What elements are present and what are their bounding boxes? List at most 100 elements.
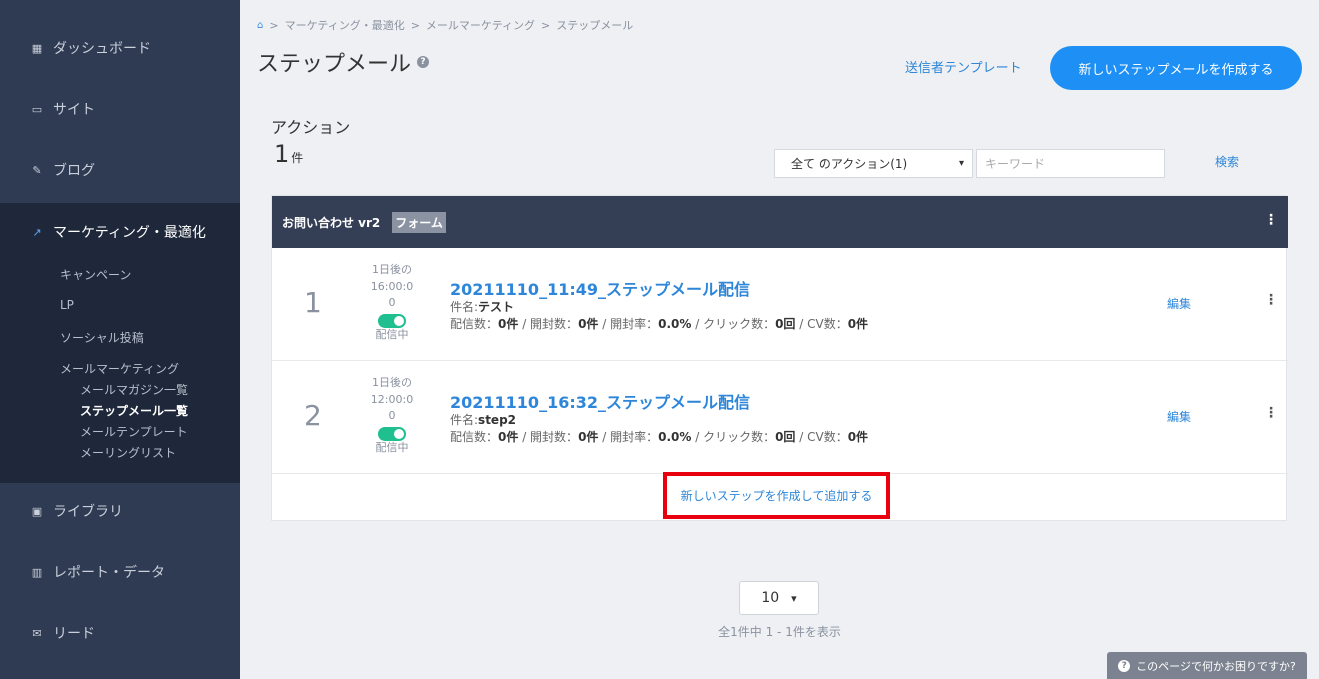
stat-value: 0.0% (658, 430, 692, 444)
kebab-menu-icon[interactable]: ⋮ (1264, 292, 1278, 308)
help-widget-label: このページで何かお困りですか? (1136, 659, 1296, 673)
breadcrumb-separator: > (541, 18, 551, 32)
edit-link[interactable]: 編集 (1167, 408, 1191, 425)
sidebar-sub-mail-template[interactable]: メールテンプレート (80, 423, 188, 440)
sidebar-sub-social[interactable]: ソーシャル投稿 (60, 329, 144, 346)
breadcrumb-separator: > (269, 18, 279, 32)
home-icon[interactable]: ⌂ (257, 20, 263, 31)
sidebar-sub-mailing-list[interactable]: メーリングリスト (80, 444, 176, 461)
sidebar-sub-lp[interactable]: LP (60, 298, 74, 312)
delivery-toggle[interactable] (378, 426, 406, 441)
stat-label: CV数： (807, 430, 848, 444)
stat-value: 0.0% (658, 317, 692, 331)
chevron-down-icon: ▾ (958, 158, 964, 169)
form-name: お問い合わせ vr2 (282, 215, 381, 230)
per-page-select[interactable]: 10 ▾ (739, 581, 819, 615)
timing-line: 0 (388, 409, 396, 422)
action-label: アクション (271, 118, 351, 137)
trend-icon: ↗ (32, 225, 42, 239)
step-stats: 配信数：0件 / 開封数：0件 / 開封率：0.0% / クリック数：0回 / … (450, 317, 869, 331)
kebab-menu-icon[interactable]: ⋮ (1264, 405, 1278, 421)
stepmail-card: お問い合わせ vr2 フォーム ⋮ 1 1日後の 16:00:0 0 配信中 2… (271, 195, 1288, 521)
sidebar-item-report[interactable]: ▥ レポート・データ (0, 552, 240, 592)
create-stepmail-button[interactable]: 新しいステップメールを作成する (1050, 46, 1302, 90)
stat-value: 0件 (498, 317, 519, 331)
step-title-link[interactable]: 20211110_11:49_ステップメール配信 (450, 276, 750, 300)
step-timing: 1日後の 16:00:0 0 配信中 (362, 262, 422, 342)
sidebar-item-label: マーケティング・最適化 (53, 225, 206, 241)
stat-value: 0件 (847, 430, 869, 444)
sidebar-item-lead[interactable]: ✉ リード (0, 613, 240, 653)
subject-label: 件名: (450, 300, 479, 314)
subject-value: step2 (478, 413, 517, 427)
mail-icon: ✉ (32, 626, 42, 640)
timing-line: 0 (388, 296, 396, 309)
breadcrumb-separator: > (410, 18, 420, 32)
breadcrumb-item-marketing[interactable]: マーケティング・最適化 (285, 17, 405, 33)
table-row: 1 1日後の 16:00:0 0 配信中 20211110_11:49_ステップ… (272, 248, 1288, 361)
sidebar-item-library[interactable]: ▣ ライブラリ (0, 491, 240, 531)
sidebar-sub-mail-marketing[interactable]: メールマーケティング (60, 360, 179, 377)
sidebar-item-marketing[interactable]: ↗ マーケティング・最適化 (0, 212, 240, 252)
chevron-down-icon: ▾ (791, 591, 797, 605)
question-icon: ? (1118, 659, 1131, 672)
status-text: 配信中 (375, 327, 409, 341)
step-subject: 件名:step2 (450, 411, 516, 428)
step-stats: 配信数：0件 / 開封数：0件 / 開封率：0.0% / クリック数：0回 / … (450, 430, 869, 444)
subject-label: 件名: (450, 413, 479, 427)
action-count-value: 1 (274, 140, 290, 168)
step-title-link[interactable]: 20211110_16:32_ステップメール配信 (450, 389, 750, 413)
help-widget-button[interactable]: ? このページで何かお困りですか? (1107, 652, 1307, 679)
help-icon[interactable]: ? (417, 56, 430, 68)
page-title-text: ステップメール (257, 52, 412, 77)
bar-chart-icon: ▥ (31, 565, 43, 579)
stat-value: 0回 (775, 317, 796, 331)
stat-label: CV数： (807, 317, 848, 331)
card-header: お問い合わせ vr2 フォーム ⋮ (272, 196, 1288, 248)
action-filter-select[interactable]: 全て のアクション(1) ▾ (774, 149, 973, 178)
breadcrumb-item-mail-marketing[interactable]: メールマーケティング (426, 17, 535, 33)
step-number: 2 (304, 399, 322, 432)
table-row: 2 1日後の 12:00:0 0 配信中 20211110_16:32_ステップ… (272, 361, 1288, 474)
page-title: ステップメール ? (257, 46, 430, 78)
sidebar-item-blog[interactable]: ✎ ブログ (0, 150, 240, 190)
stat-label: 開封率： (610, 430, 659, 444)
edit-link[interactable]: 編集 (1167, 295, 1191, 312)
timing-line: 1日後の (372, 376, 412, 389)
pagination-info: 全1件中 1 - 1件を表示 (718, 625, 841, 639)
delivery-toggle[interactable] (378, 313, 406, 328)
timing-line: 16:00:0 (370, 279, 414, 293)
sidebar-item-site[interactable]: ▭ サイト (0, 89, 240, 129)
dashboard-icon: ▦ (31, 41, 43, 55)
stat-label: クリック数： (703, 430, 776, 444)
sidebar-item-dashboard[interactable]: ▦ ダッシュボード (0, 28, 240, 68)
sidebar-sub-stepmail-list[interactable]: ステップメール一覧 (80, 402, 188, 419)
add-step-link[interactable]: 新しいステップを作成して追加する (663, 472, 890, 519)
stat-label: 配信数： (450, 430, 499, 444)
sidebar-item-label: ライブラリ (53, 504, 123, 520)
sidebar-item-label: ダッシュボード (53, 41, 151, 57)
step-timing: 1日後の 12:00:0 0 配信中 (362, 375, 422, 455)
sidebar-sub-campaign[interactable]: キャンペーン (60, 266, 131, 283)
keyword-input[interactable] (976, 149, 1165, 178)
timing-line: 12:00:0 (370, 392, 414, 406)
per-page-value: 10 (761, 590, 780, 606)
main-content: ⌂ > マーケティング・最適化 > メールマーケティング > ステップメール ス… (240, 0, 1319, 679)
action-count: 1件 (274, 140, 303, 168)
pencil-icon: ✎ (32, 163, 42, 177)
stat-label: 開封率： (610, 317, 659, 331)
stat-value: 0件 (578, 430, 599, 444)
action-filter-value: 全て のアクション(1) (791, 157, 908, 171)
sidebar-sub-mailmag-list[interactable]: メールマガジン一覧 (80, 381, 188, 398)
timing-line: 1日後の (372, 263, 412, 276)
sender-template-link[interactable]: 送信者テンプレート (905, 57, 1022, 76)
stat-value: 0件 (578, 317, 599, 331)
kebab-menu-icon[interactable]: ⋮ (1264, 212, 1278, 228)
stat-value: 0回 (775, 430, 796, 444)
sidebar-item-label: ブログ (53, 163, 95, 179)
breadcrumb: ⌂ > マーケティング・最適化 > メールマーケティング > ステップメール (257, 17, 633, 33)
site-icon: ▭ (31, 102, 43, 116)
action-count-unit: 件 (291, 151, 304, 165)
search-link[interactable]: 検索 (1215, 153, 1239, 170)
form-badge: フォーム (392, 211, 446, 233)
